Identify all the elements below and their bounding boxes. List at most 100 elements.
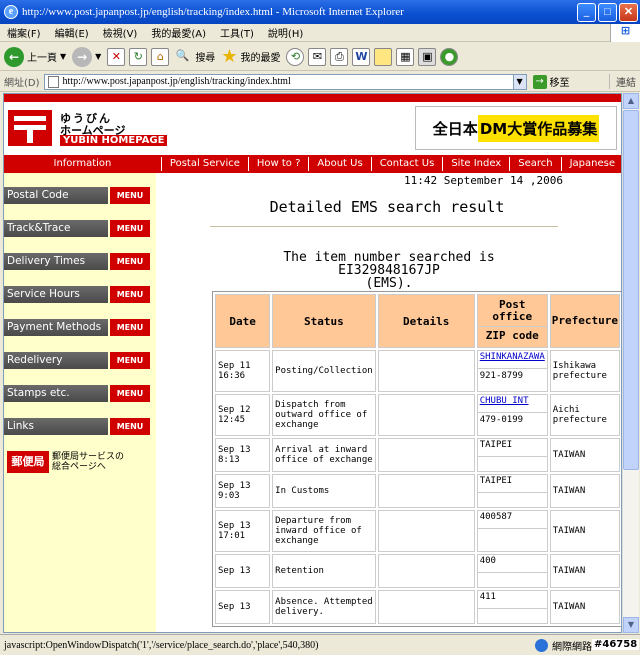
- mail-icon[interactable]: ✉: [308, 47, 327, 66]
- menu-file[interactable]: 檔案(F): [0, 25, 48, 40]
- cell-status: In Customs: [272, 474, 376, 508]
- menu-view[interactable]: 檢視(V): [96, 25, 145, 40]
- cell-prefecture: Aichi prefecture: [549, 394, 620, 436]
- research-icon[interactable]: ▦: [396, 47, 415, 66]
- scroll-down-arrow-icon[interactable]: ▼: [623, 617, 639, 633]
- zip-code: [478, 573, 547, 587]
- table-row: Sep 12 12:45 Dispatch from outward office…: [215, 394, 620, 436]
- table-row: Sep 11 16:36 Posting/Collection SHINKANAZA…: [215, 350, 620, 392]
- search-button[interactable]: 🔍 搜尋: [173, 48, 215, 66]
- nav-site-index[interactable]: Site Index: [442, 157, 509, 171]
- links-toolbar[interactable]: 連結: [609, 74, 636, 89]
- table-row: Sep 13 17:01 Departure from inward office…: [215, 510, 620, 552]
- minimize-button[interactable]: _: [577, 2, 596, 22]
- back-arrow-icon: ←: [4, 46, 24, 67]
- cell-date: Sep 11 16:36: [215, 350, 271, 392]
- go-arrow-icon: →: [532, 74, 547, 89]
- discuss-icon[interactable]: [374, 47, 393, 66]
- go-button[interactable]: → 移至: [532, 74, 570, 89]
- sidebar-item-track-trace[interactable]: Track&Trace MENU: [4, 220, 152, 237]
- th-post-office-label: Post office: [477, 298, 547, 327]
- menu-edit[interactable]: 編輯(E): [48, 25, 96, 40]
- nav-contact-us[interactable]: Contact Us: [370, 157, 443, 171]
- sidebar-item-postal-code[interactable]: Postal Code MENU: [4, 187, 152, 204]
- title-bar: e http://www.post.japanpost.jp/english/t…: [0, 0, 640, 24]
- cell-status: Departure from inward office of exchange: [272, 510, 376, 552]
- nav-about-us[interactable]: About Us: [308, 157, 370, 171]
- forward-button[interactable]: → ▼: [72, 46, 101, 67]
- nav-japanese[interactable]: Japanese: [560, 157, 621, 171]
- messenger-icon[interactable]: ▣: [418, 47, 437, 66]
- th-prefecture: Prefecture: [549, 294, 620, 348]
- close-button[interactable]: ✕: [619, 2, 638, 22]
- searched-line2: (EMS).: [365, 276, 413, 291]
- sidebar-item-delivery-times[interactable]: Delivery Times MENU: [4, 253, 152, 270]
- maximize-button[interactable]: □: [598, 2, 617, 22]
- sidebar-item-payment-methods[interactable]: Payment Methods MENU: [4, 319, 152, 336]
- menu-tag: MENU: [110, 286, 150, 303]
- table-body: Sep 11 16:36 Posting/Collection SHINKANAZA…: [215, 350, 620, 624]
- post-office-link[interactable]: SHINKANAZAWA: [477, 351, 547, 369]
- print-icon[interactable]: ⎙: [330, 47, 349, 66]
- cell-post-office: TAIPEI: [476, 474, 548, 508]
- table-row: Sep 13 Retention 400 TAIWAN: [215, 554, 620, 588]
- address-label: 網址(D): [4, 78, 40, 89]
- menu-tag: MENU: [110, 319, 150, 336]
- sidebar-item-service-hours[interactable]: Service Hours MENU: [4, 286, 152, 303]
- favorites-label: 我的最愛: [240, 53, 281, 64]
- vertical-scrollbar[interactable]: ▲ ▼: [622, 93, 639, 633]
- frog-icon[interactable]: ●: [440, 47, 459, 66]
- zip-code: [478, 457, 547, 471]
- nav-postal-service[interactable]: Postal Service: [160, 157, 248, 171]
- postal-mark-icon: [8, 110, 52, 146]
- post-office-promo-link[interactable]: 郵便局 郵便局サービスの 総合ページへ: [7, 451, 130, 473]
- back-button[interactable]: ← 上一頁 ▼: [4, 46, 66, 67]
- menu-help[interactable]: 說明(H): [261, 25, 310, 40]
- menu-favorites[interactable]: 我的最愛(A): [144, 25, 213, 40]
- cell-details: [377, 590, 475, 624]
- table-row: Sep 13 8:13 Arrival at inward office of e…: [215, 438, 620, 472]
- dropdown-arrow-icon[interactable]: ▼: [60, 52, 66, 61]
- address-dropdown[interactable]: ▼: [512, 73, 527, 90]
- page-viewport: ゆうびん ホームページ YUBIN HOMEPAGE 全日本 DM大賞作品募集 I…: [3, 93, 622, 633]
- cell-post-office: 411: [476, 590, 548, 624]
- history-icon[interactable]: ⟲: [286, 47, 305, 66]
- nav-search[interactable]: Search: [509, 157, 560, 171]
- nav-how-to[interactable]: How to ?: [247, 157, 309, 171]
- ie-icon: e: [4, 5, 18, 19]
- cell-status: Arrival at inward office of exchange: [272, 438, 376, 472]
- table-header-row: Date Status Details Post office ZIP code…: [215, 294, 620, 348]
- sidebar-item-label: Delivery Times: [4, 253, 108, 270]
- address-bar: 網址(D) http://www.post.japanpost.jp/engli…: [0, 72, 640, 92]
- banner-text-pre: 全日本: [432, 119, 478, 138]
- windows-logo-icon: ⊞: [610, 23, 640, 42]
- post-office-name: 411: [477, 591, 547, 609]
- table-row: Sep 13 9:03 In Customs TAIPEI TAIWAN: [215, 474, 620, 508]
- address-input[interactable]: http://www.post.japanpost.jp/english/tra…: [43, 73, 514, 90]
- refresh-icon[interactable]: ↻: [129, 47, 148, 66]
- post-office-link[interactable]: CHUBU INT: [477, 395, 547, 413]
- sidebar: Postal Code MENU Track&Trace MENU Delivery…: [4, 173, 156, 632]
- cell-status: Retention: [272, 554, 376, 588]
- cell-prefecture: TAIWAN: [549, 474, 620, 508]
- dm-award-banner[interactable]: 全日本 DM大賞作品募集: [415, 106, 617, 150]
- edit-word-icon[interactable]: W: [352, 47, 371, 66]
- searched-item-text: The item number searched is EI329848167J…: [229, 251, 549, 290]
- stop-icon[interactable]: ✕: [107, 47, 126, 66]
- th-status: Status: [272, 294, 376, 348]
- cell-details: [377, 350, 475, 392]
- scroll-thumb[interactable]: [623, 110, 639, 470]
- scroll-up-arrow-icon[interactable]: ▲: [623, 93, 639, 109]
- cell-prefecture: TAIWAN: [549, 438, 620, 472]
- promo-text-line1: 郵便局サービスの: [52, 452, 125, 462]
- home-icon[interactable]: ⌂: [151, 47, 170, 66]
- sidebar-item-label: Service Hours: [4, 286, 108, 303]
- dropdown-arrow-icon[interactable]: ▼: [95, 52, 101, 61]
- menu-tools[interactable]: 工具(T): [213, 25, 261, 40]
- yubin-logo[interactable]: ゆうびん ホームページ YUBIN HOMEPAGE: [8, 110, 168, 148]
- favorites-button[interactable]: ★ 我的最愛: [221, 46, 280, 67]
- status-bar: javascript:OpenWindowDispatch('1','/serv…: [0, 634, 640, 655]
- sidebar-item-links[interactable]: Links MENU: [4, 418, 152, 435]
- sidebar-item-stamps[interactable]: Stamps etc. MENU: [4, 385, 152, 402]
- sidebar-item-redelivery[interactable]: Redelivery MENU: [4, 352, 152, 369]
